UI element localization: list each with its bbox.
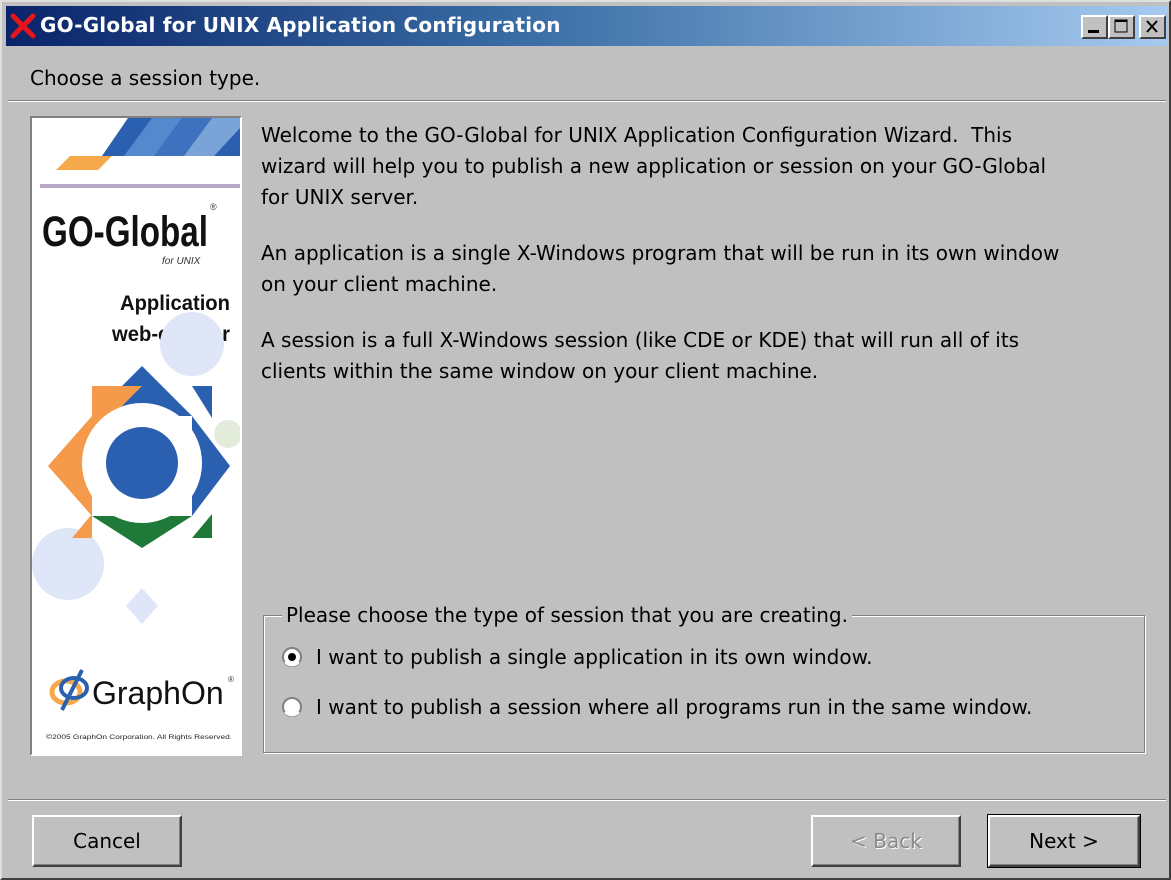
maximize-icon bbox=[1114, 19, 1128, 33]
footer-divider bbox=[8, 799, 1166, 801]
svg-text:®: ® bbox=[210, 202, 217, 212]
maximize-button[interactable] bbox=[1108, 15, 1135, 39]
copyright-text: ©2005 GraphOn Corporation. All Rights Re… bbox=[46, 734, 232, 741]
header-divider bbox=[8, 100, 1166, 102]
graphon-x-icon bbox=[10, 13, 36, 39]
banner-graphic: GO-Global ® for UNIX Application web-ena… bbox=[32, 118, 240, 741]
window-title: GO-Global for UNIX Application Configura… bbox=[40, 13, 561, 37]
radio-option-full-session[interactable]: I want to publish a session where all pr… bbox=[282, 692, 1032, 722]
tagline-application: Application bbox=[120, 292, 230, 315]
wizard-window: GO-Global for UNIX Application Configura… bbox=[0, 0, 1171, 880]
product-banner: GO-Global ® for UNIX Application web-ena… bbox=[30, 116, 242, 756]
session-paragraph: A session is a full X-Windows session (l… bbox=[261, 328, 1020, 383]
welcome-paragraph: Welcome to the GO-Global for UNIX Applic… bbox=[261, 123, 1047, 209]
radio-option-single-application[interactable]: I want to publish a single application i… bbox=[282, 642, 872, 672]
radio-unselected-icon[interactable] bbox=[282, 697, 302, 717]
session-type-legend: Please choose the type of session that y… bbox=[282, 602, 852, 628]
close-icon bbox=[1146, 20, 1158, 33]
graphon-logo-icon bbox=[49, 669, 89, 711]
title-bar[interactable]: GO-Global for UNIX Application Configura… bbox=[6, 6, 1167, 46]
next-button[interactable]: Next > bbox=[987, 814, 1141, 868]
product-for-unix: for UNIX bbox=[162, 256, 201, 267]
back-button[interactable]: < Back bbox=[811, 815, 961, 867]
page-subtitle: Choose a session type. bbox=[30, 66, 261, 90]
svg-text:®: ® bbox=[228, 675, 234, 684]
radio-selected-icon[interactable] bbox=[282, 647, 302, 667]
minimize-icon bbox=[1088, 30, 1099, 33]
application-paragraph: An application is a single X-Windows pro… bbox=[261, 241, 1060, 296]
session-type-group bbox=[263, 615, 1145, 753]
product-logo-text: GO-Global bbox=[42, 208, 208, 256]
graphon-logo-text: GraphOn bbox=[92, 675, 224, 711]
cancel-button[interactable]: Cancel bbox=[32, 815, 182, 867]
close-button[interactable] bbox=[1139, 15, 1166, 39]
radio-label-full-session: I want to publish a session where all pr… bbox=[316, 695, 1033, 719]
minimize-button[interactable] bbox=[1081, 15, 1108, 39]
radio-label-single-application: I want to publish a single application i… bbox=[316, 645, 873, 669]
